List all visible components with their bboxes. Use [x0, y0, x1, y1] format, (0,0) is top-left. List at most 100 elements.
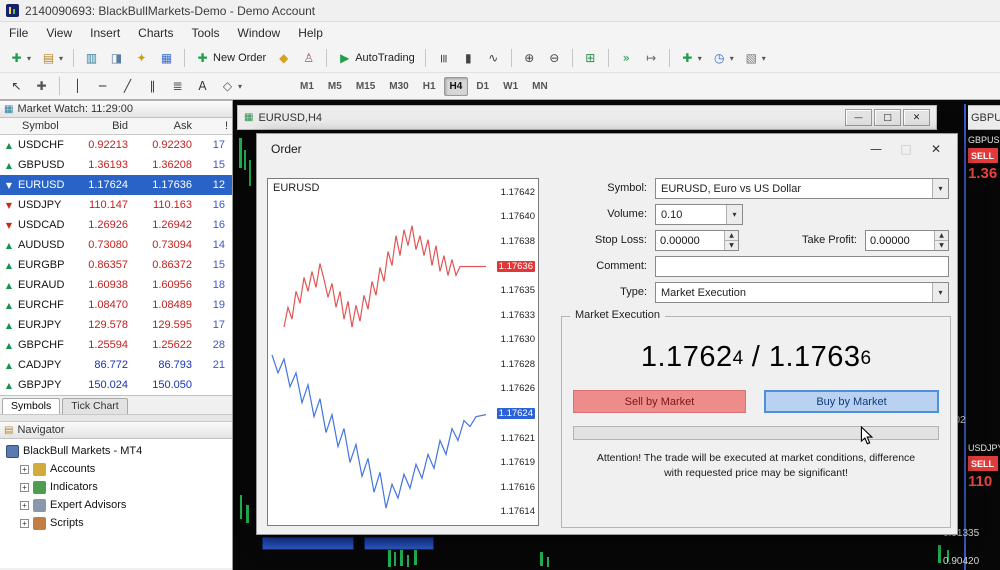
- tab-symbols[interactable]: Symbols: [2, 398, 61, 414]
- market-watch-row[interactable]: ▲ CADJPY 86.772 86.793 21: [0, 355, 232, 375]
- menu-file[interactable]: File: [0, 23, 37, 43]
- close-icon[interactable]: ✕: [921, 134, 951, 164]
- indicators-button[interactable]: ✚ ▾: [676, 49, 706, 68]
- cursor-button[interactable]: ↖: [5, 77, 28, 96]
- market-watch-button[interactable]: ▥: [80, 49, 103, 68]
- zoom-out-button[interactable]: ⊖: [543, 49, 566, 68]
- background-window-titlebar[interactable]: [364, 537, 434, 550]
- chevron-down-icon[interactable]: ▾: [932, 283, 948, 302]
- column-ask[interactable]: Ask: [132, 120, 196, 132]
- market-watch-row[interactable]: ▼ EURUSD 1.17624 1.17636 12: [0, 175, 232, 195]
- timeframe-h1[interactable]: H1: [417, 77, 442, 96]
- tree-item-scripts[interactable]: + Scripts: [0, 514, 232, 532]
- market-watch-header[interactable]: ▦ Market Watch: 11:29:00: [0, 101, 232, 118]
- timeframe-m1[interactable]: M1: [294, 77, 320, 96]
- timeframe-w1[interactable]: W1: [497, 77, 524, 96]
- chart-window-titlebar[interactable]: ▦ EURUSD,H4 — □ ✕: [237, 105, 937, 130]
- crosshair-button[interactable]: ✚: [30, 77, 53, 96]
- text-button[interactable]: A: [191, 77, 214, 96]
- market-watch-row[interactable]: ▲ AUDUSD 0.73080 0.73094 14: [0, 235, 232, 255]
- right-chart-window-titlebar[interactable]: GBPUSD,H4: [968, 105, 1000, 130]
- order-type-select[interactable]: Market Execution ▾: [655, 282, 949, 303]
- market-watch-row[interactable]: ▲ EURAUD 1.60938 1.60956 18: [0, 275, 232, 295]
- step-up-icon[interactable]: ▲: [725, 231, 738, 240]
- trendline-button[interactable]: ╱: [116, 77, 139, 96]
- auto-scroll-button[interactable]: »: [615, 49, 638, 68]
- navigator-header[interactable]: ▤ Navigator: [0, 422, 232, 439]
- market-watch-row[interactable]: ▼ USDJPY 110.147 110.163 16: [0, 195, 232, 215]
- sell-button[interactable]: SELL: [968, 148, 998, 163]
- market-watch-row[interactable]: ▲ EURJPY 129.578 129.595 17: [0, 315, 232, 335]
- tree-item-accounts[interactable]: + Accounts: [0, 460, 232, 478]
- panel-splitter[interactable]: [0, 414, 232, 422]
- tab-tick-chart[interactable]: Tick Chart: [62, 398, 128, 414]
- timeframe-m15[interactable]: M15: [350, 77, 381, 96]
- background-window-titlebar[interactable]: [262, 537, 354, 550]
- metaeditor-button[interactable]: ◆: [272, 49, 295, 68]
- expand-icon[interactable]: +: [20, 518, 29, 528]
- expert-advisors-button[interactable]: ♙: [297, 49, 320, 68]
- profiles-button[interactable]: ▤ ▾: [37, 49, 67, 68]
- timeframe-d1[interactable]: D1: [470, 77, 495, 96]
- equidistant-channel-button[interactable]: ∥: [141, 77, 164, 96]
- chevron-down-icon[interactable]: ▾: [932, 179, 948, 198]
- tree-item-indicators[interactable]: + Indicators: [0, 478, 232, 496]
- minimize-icon[interactable]: —: [861, 134, 891, 164]
- column-symbol[interactable]: Symbol: [18, 120, 72, 132]
- comment-input[interactable]: [655, 256, 949, 277]
- column-spread[interactable]: !: [196, 120, 232, 132]
- expand-icon[interactable]: +: [20, 482, 29, 492]
- timeframe-h4[interactable]: H4: [443, 76, 469, 96]
- market-watch-row[interactable]: ▲ EURGBP 0.86357 0.86372 15: [0, 255, 232, 275]
- menu-help[interactable]: Help: [289, 23, 332, 43]
- sell-by-market-button[interactable]: Sell by Market: [573, 390, 746, 413]
- market-watch-row[interactable]: ▲ GBPCHF 1.25594 1.25622 28: [0, 335, 232, 355]
- take-profit-input[interactable]: [866, 231, 934, 250]
- take-profit-stepper[interactable]: ▲ ▼: [865, 230, 949, 251]
- minimize-icon[interactable]: —: [845, 109, 872, 126]
- menu-charts[interactable]: Charts: [129, 23, 182, 43]
- new-chart-button[interactable]: ✚ ▾: [5, 49, 35, 68]
- column-bid[interactable]: Bid: [72, 120, 132, 132]
- market-watch-row[interactable]: ▲ GBPJPY 150.024 150.050: [0, 375, 232, 395]
- bar-chart-button[interactable]: ≡: [432, 49, 455, 68]
- line-chart-button[interactable]: ∿: [482, 49, 505, 68]
- new-order-button[interactable]: ✚ New Order: [191, 49, 270, 68]
- sell-button[interactable]: SELL: [968, 456, 998, 471]
- menu-view[interactable]: View: [37, 23, 81, 43]
- terminal-button[interactable]: ▦: [155, 49, 178, 68]
- market-watch-row[interactable]: ▲ GBPUSD 1.36193 1.36208 15: [0, 155, 232, 175]
- expand-icon[interactable]: +: [20, 464, 29, 474]
- restore-icon[interactable]: □: [874, 109, 901, 126]
- symbol-select[interactable]: EURUSD, Euro vs US Dollar ▾: [655, 178, 949, 199]
- stop-loss-stepper[interactable]: ▲ ▼: [655, 230, 739, 251]
- tile-windows-button[interactable]: ⊞: [579, 49, 602, 68]
- tree-item-root[interactable]: BlackBull Markets - MT4: [0, 442, 232, 460]
- step-down-icon[interactable]: ▼: [935, 240, 948, 250]
- menu-tools[interactable]: Tools: [183, 23, 229, 43]
- autotrading-button[interactable]: ▶ AutoTrading: [333, 49, 419, 68]
- menu-window[interactable]: Window: [229, 23, 290, 43]
- data-window-button[interactable]: ◨: [105, 49, 128, 68]
- chart-shift-button[interactable]: ↦: [640, 49, 663, 68]
- timeframe-m5[interactable]: M5: [322, 77, 348, 96]
- timeframe-m30[interactable]: M30: [383, 77, 414, 96]
- window-titlebar[interactable]: 2140090693: BlackBullMarkets-Demo - Demo…: [0, 0, 1000, 22]
- timeframe-mn[interactable]: MN: [526, 77, 554, 96]
- order-dialog-titlebar[interactable]: Order — □ ✕: [257, 134, 957, 164]
- menu-insert[interactable]: Insert: [81, 23, 129, 43]
- volume-select[interactable]: 0.10 ▾: [655, 204, 743, 225]
- step-down-icon[interactable]: ▼: [725, 240, 738, 250]
- stop-loss-input[interactable]: [656, 231, 724, 250]
- vertical-line-button[interactable]: │: [66, 77, 89, 96]
- tree-item-expert-advisors[interactable]: + Expert Advisors: [0, 496, 232, 514]
- candlestick-chart-button[interactable]: ▮: [457, 49, 480, 68]
- navigator-button[interactable]: ✦: [130, 49, 153, 68]
- close-icon[interactable]: ✕: [903, 109, 930, 126]
- zoom-in-button[interactable]: ⊕: [518, 49, 541, 68]
- arrows-button[interactable]: ◇ ▾: [216, 77, 246, 96]
- fibonacci-button[interactable]: ≣: [166, 77, 189, 96]
- chevron-down-icon[interactable]: ▾: [726, 205, 742, 224]
- templates-button[interactable]: ▧ ▾: [740, 49, 770, 68]
- horizontal-line-button[interactable]: ─: [91, 77, 114, 96]
